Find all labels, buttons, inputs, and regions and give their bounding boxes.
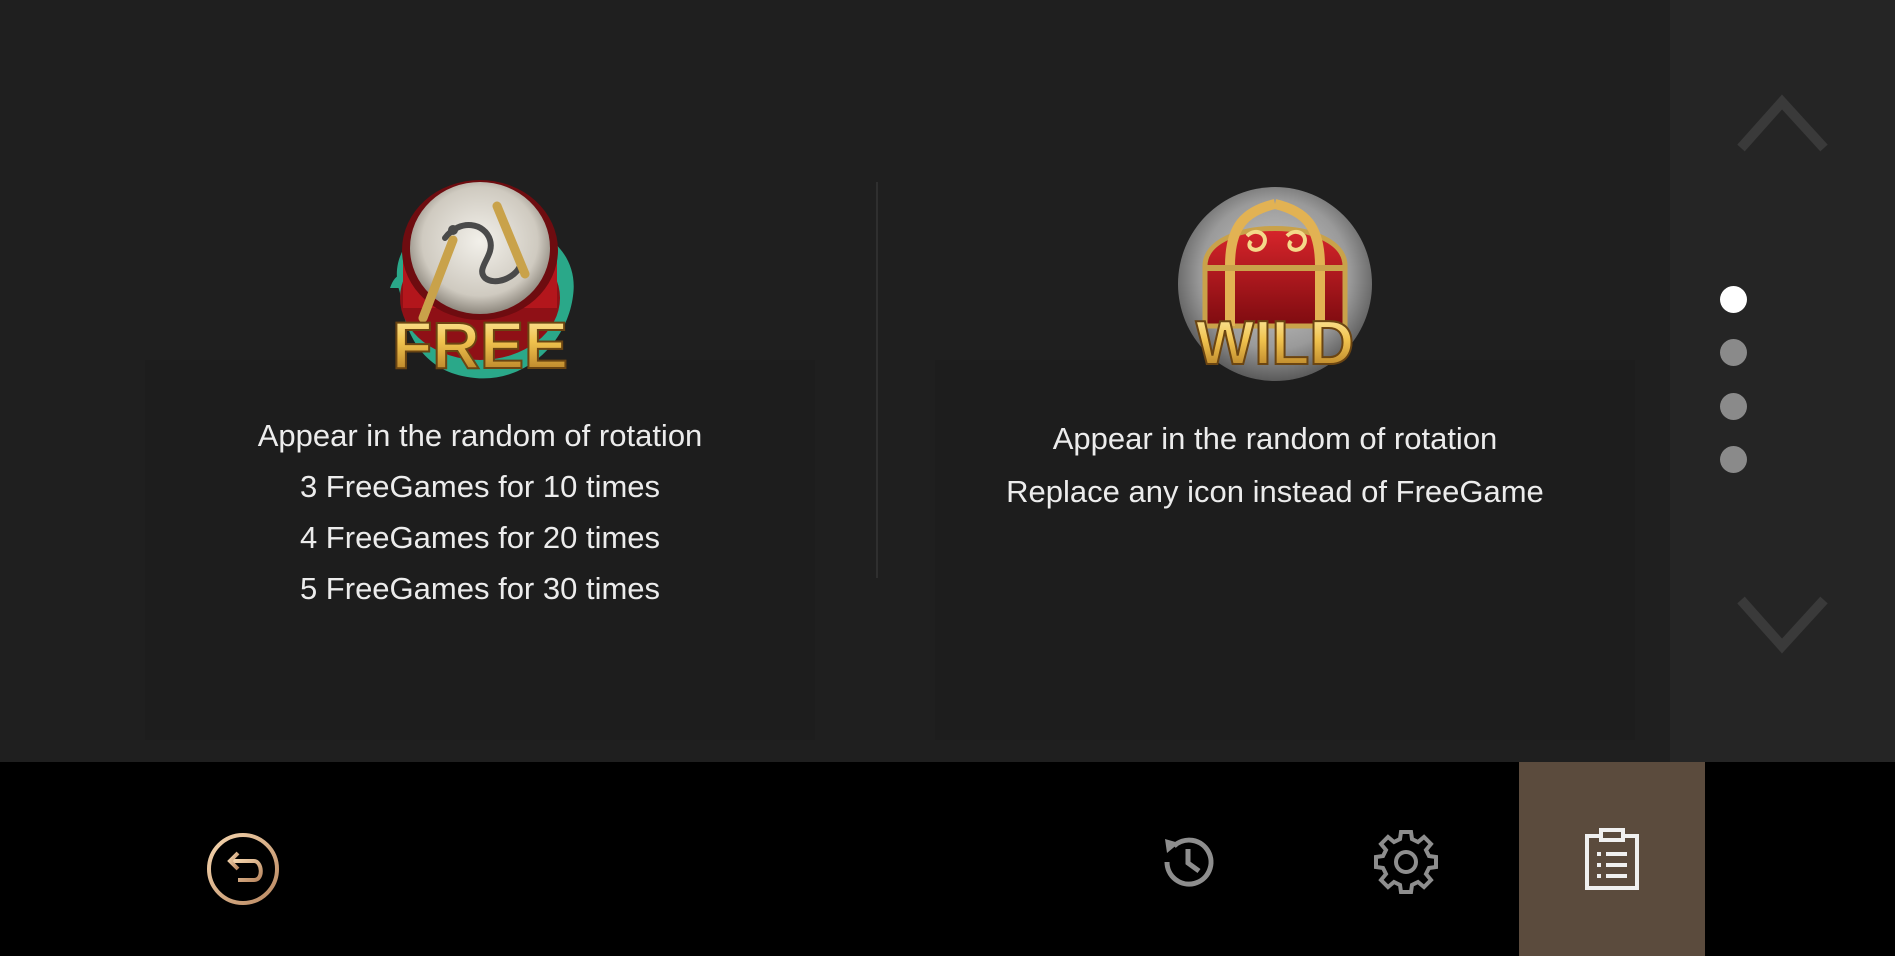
paytable-page: FREE Appear in the random of rotation 3 … xyxy=(0,0,1670,762)
free-line-2: 3 FreeGames for 10 times xyxy=(299,469,661,504)
chevron-up-icon[interactable] xyxy=(1735,88,1830,158)
free-line-1: Appear in the random of rotation xyxy=(257,418,703,453)
page-dot-2[interactable] xyxy=(1720,339,1747,366)
symbol-divider xyxy=(876,182,878,578)
page-navigator xyxy=(1670,0,1895,762)
history-icon xyxy=(1163,837,1213,887)
chevron-down-icon[interactable] xyxy=(1735,590,1830,660)
page-dot-3[interactable] xyxy=(1720,393,1747,420)
free-symbol-card: FREE Appear in the random of rotation 3 … xyxy=(100,0,860,762)
free-badge-text: FREE xyxy=(392,308,568,382)
back-arrow-icon xyxy=(207,833,279,905)
treasure-chest-icon: WILD xyxy=(1178,187,1372,381)
free-line-3: 4 FreeGames for 20 times xyxy=(299,520,661,555)
clipboard-list-icon xyxy=(1585,828,1639,890)
page-dot-1[interactable] xyxy=(1720,286,1747,313)
wild-line-2: Replace any icon instead of FreeGame xyxy=(1006,474,1544,509)
settings-button[interactable] xyxy=(1368,824,1443,899)
bottom-toolbar xyxy=(0,762,1895,956)
wild-badge-text: WILD xyxy=(1196,309,1354,378)
wild-symbol-description: Appear in the random of rotation Replace… xyxy=(895,412,1655,518)
wild-line-1: Appear in the random of rotation xyxy=(1052,421,1498,456)
back-button[interactable] xyxy=(198,824,288,914)
rules-tab-button[interactable] xyxy=(1519,762,1705,956)
drum-icon: FREE xyxy=(390,180,574,383)
free-line-4: 5 FreeGames for 30 times xyxy=(299,571,661,606)
free-symbol-description: Appear in the random of rotation 3 FreeG… xyxy=(100,410,860,614)
gear-icon xyxy=(1373,829,1438,894)
page-dot-4[interactable] xyxy=(1720,446,1747,473)
history-button[interactable] xyxy=(1150,824,1225,899)
wild-symbol-card: WILD Appear in the random of rotation Re… xyxy=(895,0,1655,762)
